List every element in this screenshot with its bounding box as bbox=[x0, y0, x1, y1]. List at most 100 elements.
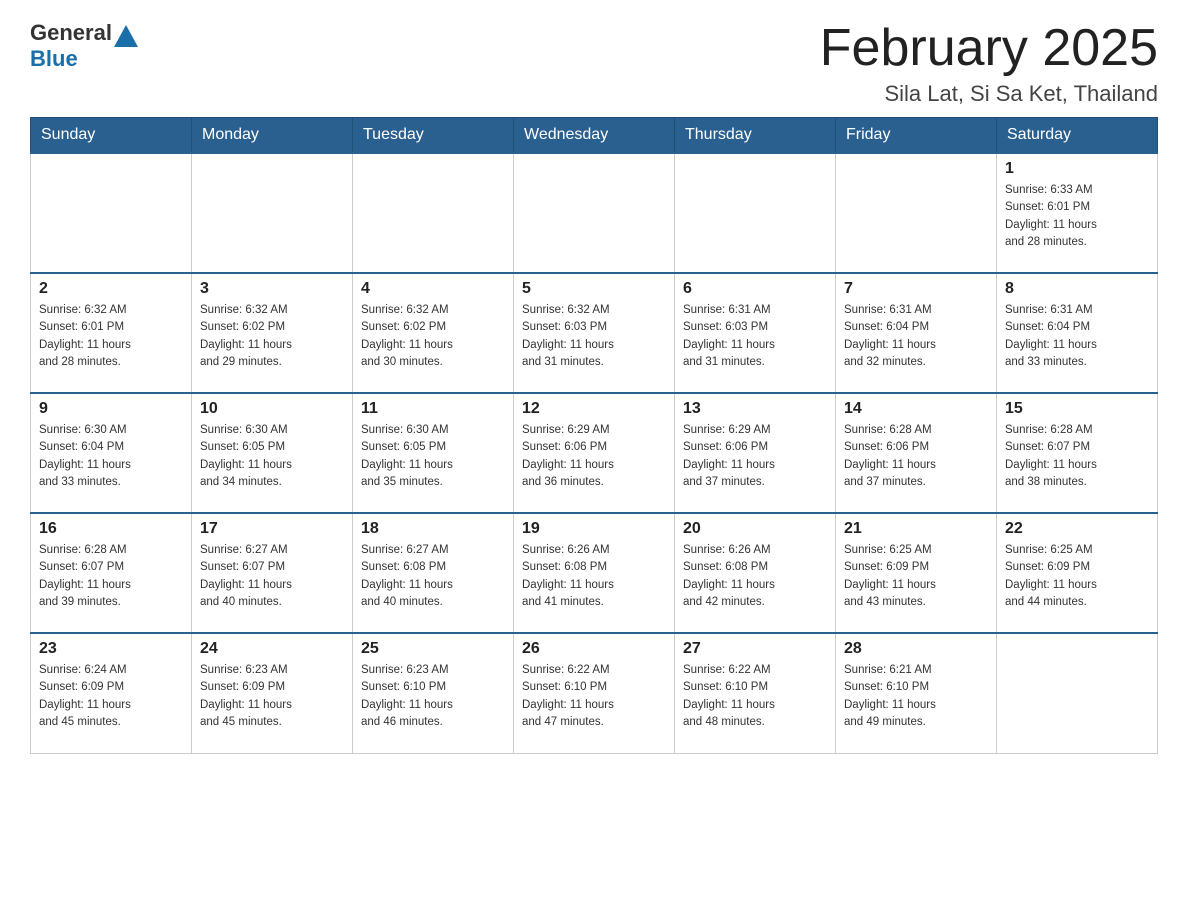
calendar-cell: 18 Sunrise: 6:27 AM Sunset: 6:08 PM Dayli… bbox=[353, 513, 514, 633]
day-info: Sunrise: 6:22 AM Sunset: 6:10 PM Dayligh… bbox=[522, 662, 666, 731]
day-of-week-header: Monday bbox=[192, 118, 353, 154]
day-info: Sunrise: 6:23 AM Sunset: 6:09 PM Dayligh… bbox=[200, 662, 344, 731]
day-number: 19 bbox=[522, 520, 666, 538]
day-number: 11 bbox=[361, 400, 505, 418]
day-number: 18 bbox=[361, 520, 505, 538]
calendar-cell bbox=[353, 153, 514, 273]
day-number: 14 bbox=[844, 400, 988, 418]
calendar-cell: 6 Sunrise: 6:31 AM Sunset: 6:03 PM Daylig… bbox=[675, 273, 836, 393]
day-info: Sunrise: 6:30 AM Sunset: 6:04 PM Dayligh… bbox=[39, 422, 183, 491]
calendar-cell: 21 Sunrise: 6:25 AM Sunset: 6:09 PM Dayli… bbox=[836, 513, 997, 633]
calendar-cell: 14 Sunrise: 6:28 AM Sunset: 6:06 PM Dayli… bbox=[836, 393, 997, 513]
day-number: 7 bbox=[844, 280, 988, 298]
logo-general-text: General bbox=[30, 20, 112, 46]
calendar-week-row: 23 Sunrise: 6:24 AM Sunset: 6:09 PM Dayli… bbox=[31, 633, 1158, 753]
day-info: Sunrise: 6:30 AM Sunset: 6:05 PM Dayligh… bbox=[361, 422, 505, 491]
day-number: 6 bbox=[683, 280, 827, 298]
location-subtitle: Sila Lat, Si Sa Ket, Thailand bbox=[820, 81, 1158, 107]
day-number: 1 bbox=[1005, 160, 1149, 178]
day-number: 3 bbox=[200, 280, 344, 298]
calendar-cell: 17 Sunrise: 6:27 AM Sunset: 6:07 PM Dayli… bbox=[192, 513, 353, 633]
calendar-cell: 3 Sunrise: 6:32 AM Sunset: 6:02 PM Daylig… bbox=[192, 273, 353, 393]
day-info: Sunrise: 6:28 AM Sunset: 6:07 PM Dayligh… bbox=[1005, 422, 1149, 491]
day-of-week-header: Saturday bbox=[997, 118, 1158, 154]
day-number: 22 bbox=[1005, 520, 1149, 538]
day-number: 15 bbox=[1005, 400, 1149, 418]
logo-triangle-icon bbox=[114, 25, 138, 47]
calendar-week-row: 1 Sunrise: 6:33 AM Sunset: 6:01 PM Daylig… bbox=[31, 153, 1158, 273]
calendar-week-row: 2 Sunrise: 6:32 AM Sunset: 6:01 PM Daylig… bbox=[31, 273, 1158, 393]
calendar-cell: 9 Sunrise: 6:30 AM Sunset: 6:04 PM Daylig… bbox=[31, 393, 192, 513]
calendar-cell: 10Sunrise: 6:30 AM Sunset: 6:05 PM Dayli… bbox=[192, 393, 353, 513]
calendar-cell: 26 Sunrise: 6:22 AM Sunset: 6:10 PM Dayli… bbox=[514, 633, 675, 753]
day-info: Sunrise: 6:21 AM Sunset: 6:10 PM Dayligh… bbox=[844, 662, 988, 731]
day-info: Sunrise: 6:26 AM Sunset: 6:08 PM Dayligh… bbox=[683, 542, 827, 611]
calendar-week-row: 9 Sunrise: 6:30 AM Sunset: 6:04 PM Daylig… bbox=[31, 393, 1158, 513]
calendar-cell: 15 Sunrise: 6:28 AM Sunset: 6:07 PM Dayli… bbox=[997, 393, 1158, 513]
day-number: 10 bbox=[200, 400, 344, 418]
day-number: 13 bbox=[683, 400, 827, 418]
calendar-cell: 1 Sunrise: 6:33 AM Sunset: 6:01 PM Daylig… bbox=[997, 153, 1158, 273]
logo: General Blue bbox=[30, 20, 140, 72]
day-info: Sunrise: 6:25 AM Sunset: 6:09 PM Dayligh… bbox=[1005, 542, 1149, 611]
calendar-cell: 23 Sunrise: 6:24 AM Sunset: 6:09 PM Dayli… bbox=[31, 633, 192, 753]
calendar-cell: 16 Sunrise: 6:28 AM Sunset: 6:07 PM Dayli… bbox=[31, 513, 192, 633]
day-number: 24 bbox=[200, 640, 344, 658]
calendar-cell: 5Sunrise: 6:32 AM Sunset: 6:03 PM Daylig… bbox=[514, 273, 675, 393]
calendar-cell: 20 Sunrise: 6:26 AM Sunset: 6:08 PM Dayli… bbox=[675, 513, 836, 633]
calendar-cell: 2 Sunrise: 6:32 AM Sunset: 6:01 PM Daylig… bbox=[31, 273, 192, 393]
logo-blue-text: Blue bbox=[30, 46, 78, 71]
calendar-cell bbox=[997, 633, 1158, 753]
day-info: Sunrise: 6:28 AM Sunset: 6:07 PM Dayligh… bbox=[39, 542, 183, 611]
day-number: 26 bbox=[522, 640, 666, 658]
day-info: Sunrise: 6:27 AM Sunset: 6:08 PM Dayligh… bbox=[361, 542, 505, 611]
day-number: 16 bbox=[39, 520, 183, 538]
day-info: Sunrise: 6:31 AM Sunset: 6:03 PM Dayligh… bbox=[683, 302, 827, 371]
day-info: Sunrise: 6:29 AM Sunset: 6:06 PM Dayligh… bbox=[522, 422, 666, 491]
day-info: Sunrise: 6:28 AM Sunset: 6:06 PM Dayligh… bbox=[844, 422, 988, 491]
calendar-table: SundayMondayTuesdayWednesdayThursdayFrid… bbox=[30, 117, 1158, 754]
day-of-week-header: Sunday bbox=[31, 118, 192, 154]
calendar-cell: 11 Sunrise: 6:30 AM Sunset: 6:05 PM Dayli… bbox=[353, 393, 514, 513]
day-info: Sunrise: 6:31 AM Sunset: 6:04 PM Dayligh… bbox=[1005, 302, 1149, 371]
calendar-cell: 19 Sunrise: 6:26 AM Sunset: 6:08 PM Dayli… bbox=[514, 513, 675, 633]
day-number: 2 bbox=[39, 280, 183, 298]
calendar-cell bbox=[675, 153, 836, 273]
day-number: 20 bbox=[683, 520, 827, 538]
day-of-week-header: Friday bbox=[836, 118, 997, 154]
day-info: Sunrise: 6:32 AM Sunset: 6:01 PM Dayligh… bbox=[39, 302, 183, 371]
calendar-cell: 8 Sunrise: 6:31 AM Sunset: 6:04 PM Daylig… bbox=[997, 273, 1158, 393]
day-info: Sunrise: 6:27 AM Sunset: 6:07 PM Dayligh… bbox=[200, 542, 344, 611]
calendar-cell: 12 Sunrise: 6:29 AM Sunset: 6:06 PM Dayli… bbox=[514, 393, 675, 513]
calendar-cell: 24 Sunrise: 6:23 AM Sunset: 6:09 PM Dayli… bbox=[192, 633, 353, 753]
month-title: February 2025 bbox=[820, 20, 1158, 77]
title-section: February 2025 Sila Lat, Si Sa Ket, Thail… bbox=[820, 20, 1158, 107]
calendar-cell: 22 Sunrise: 6:25 AM Sunset: 6:09 PM Dayli… bbox=[997, 513, 1158, 633]
day-of-week-header: Thursday bbox=[675, 118, 836, 154]
calendar-header-row: SundayMondayTuesdayWednesdayThursdayFrid… bbox=[31, 118, 1158, 154]
day-number: 21 bbox=[844, 520, 988, 538]
day-info: Sunrise: 6:32 AM Sunset: 6:02 PM Dayligh… bbox=[200, 302, 344, 371]
day-number: 28 bbox=[844, 640, 988, 658]
day-info: Sunrise: 6:32 AM Sunset: 6:03 PM Dayligh… bbox=[522, 302, 666, 371]
day-number: 8 bbox=[1005, 280, 1149, 298]
calendar-cell: 4Sunrise: 6:32 AM Sunset: 6:02 PM Daylig… bbox=[353, 273, 514, 393]
day-number: 25 bbox=[361, 640, 505, 658]
calendar-cell: 13Sunrise: 6:29 AM Sunset: 6:06 PM Dayli… bbox=[675, 393, 836, 513]
day-info: Sunrise: 6:24 AM Sunset: 6:09 PM Dayligh… bbox=[39, 662, 183, 731]
calendar-cell bbox=[836, 153, 997, 273]
day-info: Sunrise: 6:26 AM Sunset: 6:08 PM Dayligh… bbox=[522, 542, 666, 611]
day-number: 12 bbox=[522, 400, 666, 418]
day-number: 17 bbox=[200, 520, 344, 538]
calendar-cell: 27Sunrise: 6:22 AM Sunset: 6:10 PM Dayli… bbox=[675, 633, 836, 753]
calendar-cell bbox=[514, 153, 675, 273]
day-info: Sunrise: 6:25 AM Sunset: 6:09 PM Dayligh… bbox=[844, 542, 988, 611]
day-info: Sunrise: 6:33 AM Sunset: 6:01 PM Dayligh… bbox=[1005, 182, 1149, 251]
day-number: 9 bbox=[39, 400, 183, 418]
day-info: Sunrise: 6:31 AM Sunset: 6:04 PM Dayligh… bbox=[844, 302, 988, 371]
calendar-cell bbox=[31, 153, 192, 273]
day-number: 23 bbox=[39, 640, 183, 658]
day-number: 4 bbox=[361, 280, 505, 298]
day-number: 27 bbox=[683, 640, 827, 658]
calendar-cell: 7 Sunrise: 6:31 AM Sunset: 6:04 PM Daylig… bbox=[836, 273, 997, 393]
